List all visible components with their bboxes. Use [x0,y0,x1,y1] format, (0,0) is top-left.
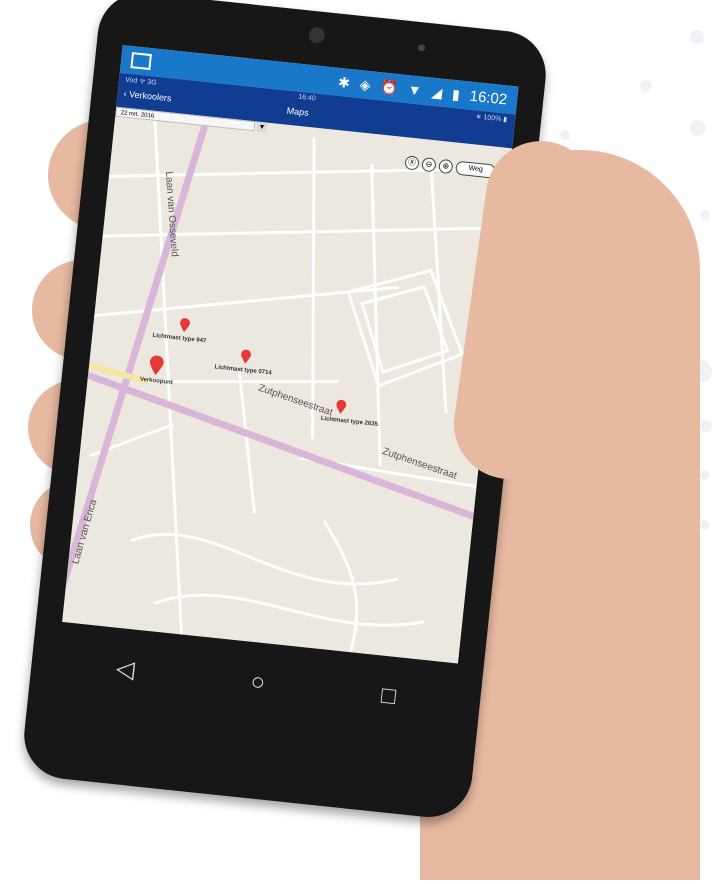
page-title: Maps [286,105,310,118]
nav-home-button[interactable]: ○ [249,668,266,697]
bg-dot [690,120,706,136]
bg-dot [560,130,570,140]
calendar-icon[interactable]: ▾ [256,121,268,133]
zoom-out-button[interactable]: ⊖ [421,157,437,173]
zoom-in-button[interactable]: ⊕ [438,158,454,175]
map-marker-icon [180,318,190,333]
bg-dot [700,420,712,432]
nav-recent-button[interactable]: □ [380,682,397,711]
back-label: Verkoolers [128,89,172,104]
bluetooth-icon: ✱ [337,73,351,91]
map-marker-icon [149,355,164,376]
inner-status-carrier: Vod ᯤ 3G [124,76,157,87]
back-button[interactable]: ‹ Verkoolers [123,88,172,103]
bg-dot [700,470,710,480]
bg-dot [640,80,652,92]
map-pin[interactable] [335,399,347,419]
map-pin[interactable] [179,318,191,338]
photo-scene: ✱ ◈ ⏰ ▼ ◢ ▮ 16:02 Vod ᯤ 3G 16:40 ∗ 100% … [0,0,726,884]
alarm-icon: ⏰ [379,77,399,96]
bg-dot [700,210,710,220]
inner-status-time: 16:40 [297,93,317,103]
vibrate-icon: ◈ [359,75,372,93]
nav-back-button[interactable]: ◁ [115,653,136,684]
clock: 16:02 [468,87,509,109]
street-map[interactable] [62,116,512,664]
map-marker-icon [336,399,347,414]
wifi-icon: ▼ [406,81,423,99]
phone-screen: ✱ ◈ ⏰ ▼ ◢ ▮ 16:02 Vod ᯤ 3G 16:40 ∗ 100% … [62,45,519,664]
battery-icon: ▮ [451,85,461,103]
signal-icon: ◢ [430,83,444,101]
bg-dot [700,520,710,530]
locate-button[interactable]: Ⓧ [404,155,420,171]
gallery-notification-icon [130,52,152,71]
inner-status-battery: ∗ 100% ▮ [475,113,508,124]
map-pin[interactable] [240,349,252,369]
map-marker-icon [241,349,252,364]
bg-dot [690,30,704,44]
